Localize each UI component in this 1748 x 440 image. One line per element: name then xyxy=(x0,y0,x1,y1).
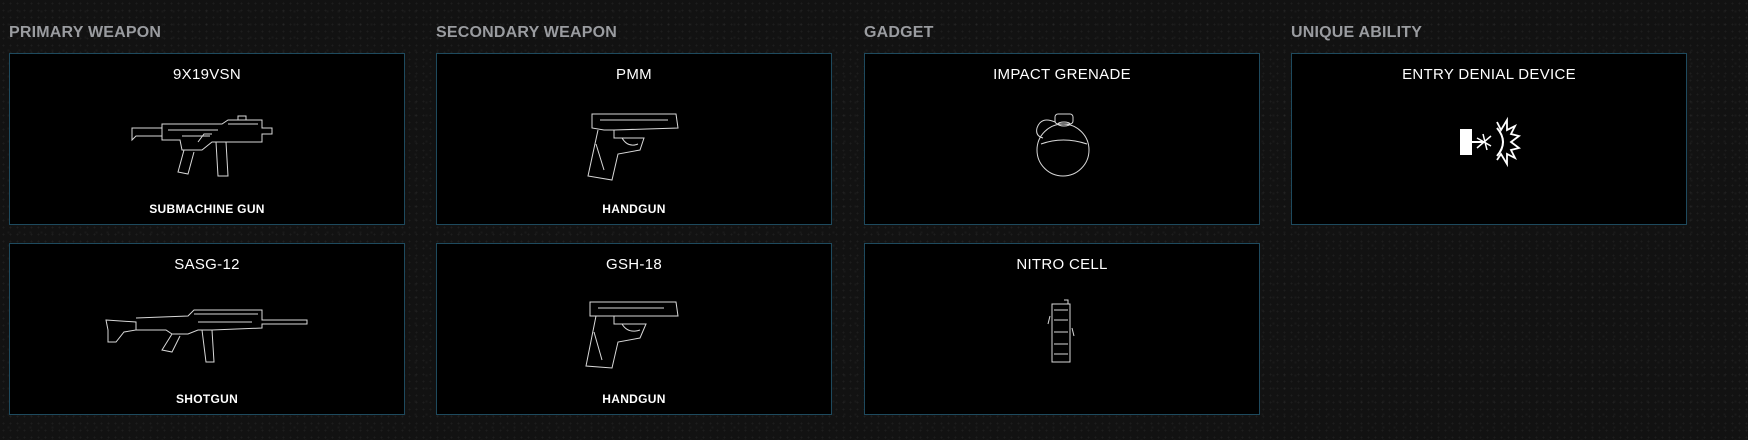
weapon-card-gsh-18[interactable]: GSH-18 HANDGUN xyxy=(436,243,832,415)
weapon-name: SASG-12 xyxy=(174,256,240,273)
weapon-name: GSH-18 xyxy=(606,256,662,273)
pistol-icon xyxy=(584,110,684,182)
pistol-icon xyxy=(584,298,684,372)
gadget-card-nitro-cell[interactable]: NITRO CELL xyxy=(864,243,1260,415)
section-title: UNIQUE ABILITY xyxy=(1291,24,1423,41)
grenade-icon xyxy=(1027,112,1097,178)
section-title: PRIMARY WEAPON xyxy=(9,24,162,41)
smg-icon xyxy=(122,106,292,186)
weapon-card-pmm[interactable]: PMM HANDGUN xyxy=(436,53,832,225)
weapon-name: PMM xyxy=(616,66,652,83)
weapon-name: 9X19VSN xyxy=(173,66,241,83)
ability-card-entry-denial-device[interactable]: ENTRY DENIAL DEVICE xyxy=(1291,53,1687,225)
weapon-type: HANDGUN xyxy=(602,392,666,406)
gadget-card-impact-grenade[interactable]: IMPACT GRENADE xyxy=(864,53,1260,225)
nitro-cell-icon xyxy=(1044,298,1080,368)
weapon-type: SHOTGUN xyxy=(175,392,239,406)
section-title: GADGET xyxy=(864,24,934,41)
shotgun-icon xyxy=(102,300,312,370)
weapon-type: HANDGUN xyxy=(602,202,666,216)
gadget-name: NITRO CELL xyxy=(1016,256,1108,273)
weapon-card-9x19vsn[interactable]: 9X19VSN SUBMACHINE GUN xyxy=(9,53,405,225)
section-title: SECONDARY WEAPON xyxy=(436,24,617,41)
ability-name: ENTRY DENIAL DEVICE xyxy=(1402,66,1576,83)
weapon-type: SUBMACHINE GUN xyxy=(149,202,265,216)
gadget-name: IMPACT GRENADE xyxy=(993,66,1131,83)
weapon-card-sasg-12[interactable]: SASG-12 SHOTGUN xyxy=(9,243,405,415)
entry-denial-device-icon xyxy=(1457,114,1521,168)
